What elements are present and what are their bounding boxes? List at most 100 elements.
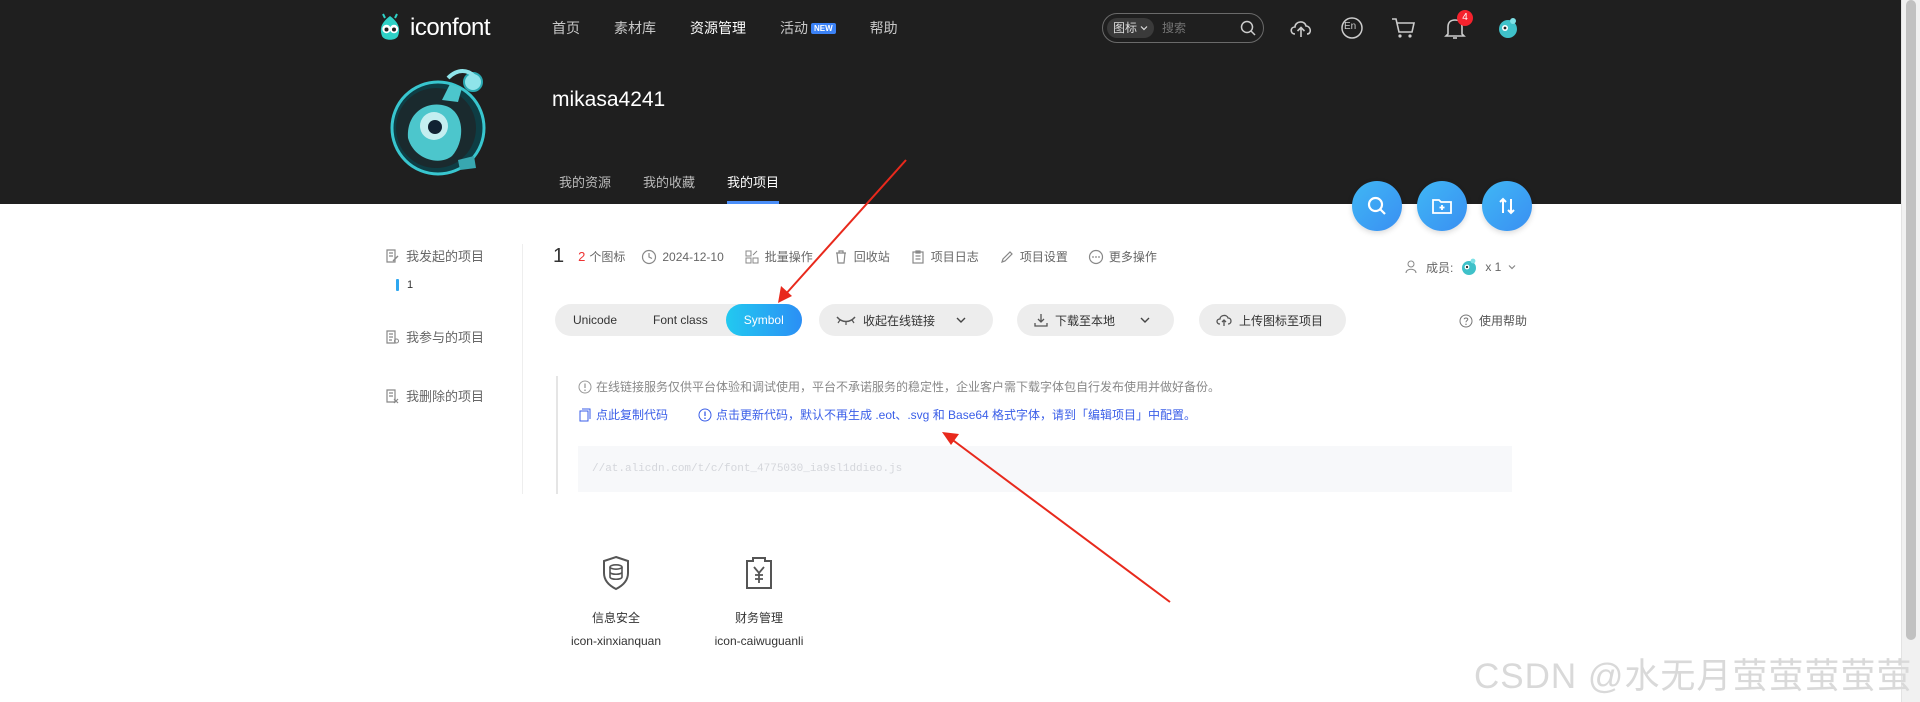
search-fab-button[interactable] xyxy=(1352,181,1402,231)
cart-icon[interactable] xyxy=(1389,14,1417,42)
top-nav: 首页 素材库 资源管理 活动 NEW 帮助 xyxy=(552,18,932,38)
sidebar-item-joined-projects[interactable]: 我参与的项目 xyxy=(384,327,524,346)
page-scrollbar[interactable] xyxy=(1901,0,1920,702)
avatar-mascot-icon xyxy=(1499,18,1517,38)
tab-font-class[interactable]: Font class xyxy=(635,304,726,336)
update-code-link[interactable]: 点击更新代码，默认不再生成 .eot、.svg 和 Base64 格式字体，请到… xyxy=(698,406,1196,423)
project-log-label: 项目日志 xyxy=(930,250,979,264)
active-indicator xyxy=(396,279,399,291)
grid-edit-icon xyxy=(745,250,759,263)
project-date: 2024-12-10 xyxy=(641,249,724,265)
project-date-text: 2024-12-10 xyxy=(662,249,724,264)
document-list-icon xyxy=(386,329,399,344)
members-count: x 1 xyxy=(1485,260,1502,274)
notification-count-badge: 4 xyxy=(1457,10,1473,26)
icon-card-name: 信息安全 xyxy=(591,611,640,625)
search-type-label: 图标 xyxy=(1113,21,1138,35)
download-local-button[interactable]: 下载至本地 xyxy=(1017,304,1174,336)
tab-symbol[interactable]: Symbol xyxy=(725,304,802,336)
info-circle-icon xyxy=(578,380,592,393)
nav-activity[interactable]: 活动 NEW xyxy=(780,18,836,38)
sidebar-divider xyxy=(522,244,523,494)
iconfont-logo-icon xyxy=(380,13,400,40)
project-log-button[interactable]: 项目日志 xyxy=(910,248,979,265)
tab-unicode[interactable]: Unicode xyxy=(555,304,635,336)
icon-card-code: icon-caiwuguanli xyxy=(714,634,804,648)
disclaimer-text: 在线链接服务仅供平台体验和调试使用，平台不承诺服务的稳定性，企业客户需下载字体包… xyxy=(596,380,1221,394)
disclaimer-line: 在线链接服务仅供平台体验和调试使用，平台不承诺服务的稳定性，企业客户需下载字体包… xyxy=(578,378,1220,395)
trash-icon xyxy=(835,249,846,264)
tab-my-projects[interactable]: 我的项目 xyxy=(727,172,780,204)
icon-count: 2 xyxy=(578,249,586,264)
icon-count-suffix: 个图标 xyxy=(589,250,626,264)
new-folder-fab-button[interactable] xyxy=(1417,181,1467,231)
code-snippet-box[interactable]: //at.alicdn.com/t/c/font_4775030_ia9sl1d… xyxy=(578,446,1512,492)
project-members[interactable]: 成员: x 1 xyxy=(1404,257,1517,277)
search-input[interactable] xyxy=(1160,20,1231,36)
profile-tabs: 我的资源 我的收藏 我的项目 xyxy=(559,172,811,204)
upload-icons-label: 上传图标至项目 xyxy=(1239,313,1324,328)
download-icon xyxy=(1034,314,1048,327)
collapse-online-link-button[interactable]: 收起在线链接 xyxy=(819,304,993,336)
profile-mascot-icon xyxy=(390,69,486,176)
cloud-upload-icon xyxy=(1216,314,1232,326)
usage-help-link[interactable]: 使用帮助 xyxy=(1459,312,1527,329)
sort-fab-button[interactable] xyxy=(1482,181,1532,231)
members-icon xyxy=(1405,260,1417,274)
members-label: 成员: xyxy=(1426,260,1454,275)
sidebar-subitem-project-1[interactable]: 1 xyxy=(396,279,524,291)
profile-username: mikasa4241 xyxy=(552,88,666,111)
language-label: En xyxy=(1344,21,1357,32)
sort-arrows-icon xyxy=(1499,197,1515,215)
eye-closed-icon xyxy=(836,316,856,325)
project-settings-button[interactable]: 项目设置 xyxy=(999,248,1068,265)
project-name: 1 xyxy=(553,245,565,267)
copy-code-link[interactable]: 点此复制代码 xyxy=(578,406,668,423)
notification-bell[interactable]: 4 xyxy=(1441,10,1473,42)
upload-cloud-icon[interactable] xyxy=(1287,14,1315,42)
more-operations-label: 更多操作 xyxy=(1108,250,1157,264)
chevron-down-icon xyxy=(956,317,966,323)
nav-material-library[interactable]: 素材库 xyxy=(614,18,656,38)
upload-icons-button[interactable]: 上传图标至项目 xyxy=(1199,304,1346,336)
scrollbar-thumb[interactable] xyxy=(1906,0,1916,640)
nav-home[interactable]: 首页 xyxy=(552,18,580,38)
search-icon[interactable] xyxy=(1239,19,1257,37)
folder-add-icon xyxy=(1432,199,1452,214)
sidebar-subitem-label: 1 xyxy=(407,279,414,291)
nav-resource-management[interactable]: 资源管理 xyxy=(690,18,746,38)
logo-text: iconfont xyxy=(410,14,491,41)
search-type-select[interactable]: 图标 xyxy=(1107,18,1155,38)
sidebar-item-label: 我参与的项目 xyxy=(406,330,485,345)
user-avatar[interactable] xyxy=(1494,14,1522,42)
icon-card-name: 财务管理 xyxy=(734,611,783,625)
project-info-bar: 1 2 个图标 2024-12-10 批量操作 回收站 项目日志 项目设置 更多… xyxy=(553,245,1177,268)
icon-card-xinxianquan[interactable]: 信息安全 icon-xinxianquan xyxy=(556,555,676,648)
csdn-watermark: CSDN @水无月萤萤萤萤萤 xyxy=(1474,657,1913,696)
info-circle-icon xyxy=(698,408,712,421)
tab-my-favorites[interactable]: 我的收藏 xyxy=(643,172,695,204)
finance-yen-icon xyxy=(746,557,772,589)
update-code-label: 点击更新代码，默认不再生成 .eot、.svg 和 Base64 格式字体，请到… xyxy=(716,408,1197,422)
profile-avatar xyxy=(388,60,498,180)
usage-help-label: 使用帮助 xyxy=(1479,314,1528,328)
format-tabs: Unicode Font class Symbol xyxy=(555,304,802,336)
chevron-down-icon xyxy=(1140,317,1150,323)
clock-icon xyxy=(642,249,657,264)
nav-help[interactable]: 帮助 xyxy=(870,18,898,38)
iconfont-logo[interactable]: iconfont xyxy=(374,12,491,44)
sidebar-item-initiated-projects[interactable]: 我发起的项目 xyxy=(384,246,524,265)
tab-my-resources[interactable]: 我的资源 xyxy=(559,172,611,204)
sidebar-item-deleted-projects[interactable]: 我删除的项目 xyxy=(384,386,524,405)
chevron-down-icon xyxy=(1508,265,1516,270)
recycle-bin-button[interactable]: 回收站 xyxy=(833,248,890,265)
batch-operations-button[interactable]: 批量操作 xyxy=(744,248,813,265)
language-toggle[interactable]: En xyxy=(1338,14,1366,42)
batch-operations-label: 批量操作 xyxy=(764,250,813,264)
document-delete-icon xyxy=(386,388,399,403)
chevron-down-icon xyxy=(1140,26,1148,31)
collapse-online-link-label: 收起在线链接 xyxy=(863,313,936,328)
more-operations-button[interactable]: 更多操作 xyxy=(1088,248,1157,265)
icon-card-caiwuguanli[interactable]: 财务管理 icon-caiwuguanli xyxy=(699,555,819,648)
search-icon xyxy=(1367,196,1386,215)
